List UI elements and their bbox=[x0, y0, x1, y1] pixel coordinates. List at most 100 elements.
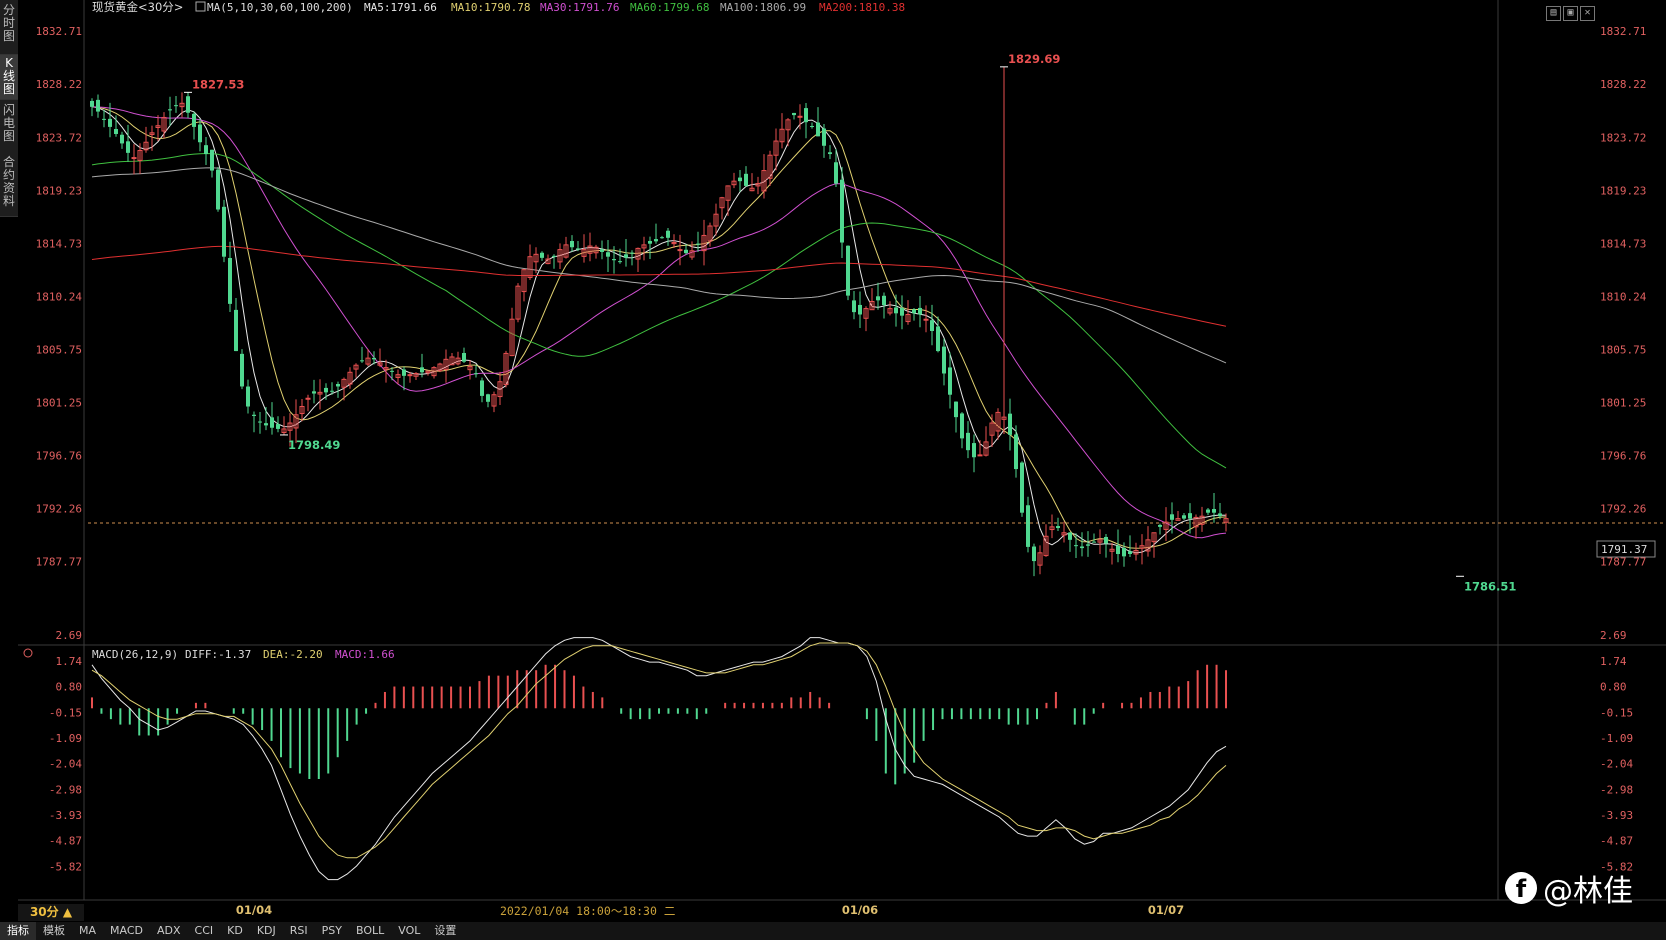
ma-settings-icon[interactable] bbox=[195, 1, 206, 12]
indicator-macd[interactable]: MACD bbox=[103, 922, 150, 940]
high-price-label: 1827.53 bbox=[192, 77, 244, 91]
price-tick-right: 1828.22 bbox=[1600, 78, 1646, 91]
indicator-psy[interactable]: PSY bbox=[315, 922, 349, 940]
candle-body bbox=[462, 353, 466, 362]
tab-indicators[interactable]: 指标 bbox=[0, 922, 36, 940]
price-tick-left: 1801.25 bbox=[36, 396, 82, 409]
indicator-rsi[interactable]: RSI bbox=[283, 922, 315, 940]
macd-settings-icon[interactable] bbox=[23, 648, 33, 658]
price-tick-right: 1814.73 bbox=[1600, 237, 1646, 250]
candle-body bbox=[948, 367, 952, 395]
price-axis: 1832.71 1832.71 1828.22 1828.22 1823.72 1823.… bbox=[36, 25, 1666, 568]
crosshair-time-label: 2022/01/04 18:00～18:30 二 bbox=[500, 904, 675, 918]
tab-time-chart[interactable]: 分时图 bbox=[0, 0, 18, 55]
macd-tick-left: 1.74 bbox=[56, 655, 83, 668]
candle-body bbox=[1212, 509, 1216, 513]
ma-line-ma5 bbox=[91, 106, 1227, 554]
restore-icon[interactable]: ▣ bbox=[1563, 6, 1578, 21]
high-price-label: 1829.69 bbox=[1008, 52, 1060, 66]
candle-body bbox=[792, 112, 796, 116]
candle-body bbox=[474, 373, 478, 375]
candle-body bbox=[270, 417, 274, 428]
ma100-value: MA100:1806.99 bbox=[720, 1, 806, 14]
tab-kline-chart[interactable]: K线图 bbox=[0, 55, 18, 100]
candle-body bbox=[1074, 545, 1078, 547]
candle-body bbox=[1020, 462, 1024, 513]
candle-body bbox=[846, 245, 850, 296]
ma200-value: MA200:1810.38 bbox=[819, 1, 905, 14]
candle-body bbox=[276, 424, 280, 429]
candle-body bbox=[126, 141, 130, 153]
candle-body bbox=[540, 252, 544, 258]
candle-body bbox=[1014, 434, 1018, 470]
candle-body bbox=[936, 326, 940, 352]
indicator-ma[interactable]: MA bbox=[72, 922, 103, 940]
ma10-value: MA10:1790.78 bbox=[451, 1, 530, 14]
candle-body bbox=[900, 308, 904, 316]
macd-definition: MACD(26,12,9) bbox=[92, 648, 178, 661]
candle-body bbox=[840, 179, 844, 243]
candle-body bbox=[797, 115, 803, 118]
price-tick-left: 1828.22 bbox=[36, 78, 82, 91]
macd-tick-right: -4.87 bbox=[1600, 835, 1633, 848]
candle-body bbox=[407, 374, 413, 377]
candle-body bbox=[972, 443, 976, 458]
candle-body bbox=[654, 239, 658, 242]
candle-body bbox=[923, 318, 929, 321]
price-tick-right: 1805.75 bbox=[1600, 343, 1646, 356]
period-selector-button[interactable]: 30分 ▲ bbox=[18, 904, 84, 921]
tab-flash-chart[interactable]: 闪电图 bbox=[0, 100, 18, 153]
indicator-kdj[interactable]: KDJ bbox=[250, 922, 283, 940]
price-tick-left: 1832.71 bbox=[36, 25, 82, 38]
chart-frame bbox=[18, 0, 1666, 901]
ma-line-ma60 bbox=[91, 152, 1227, 469]
current-price-label: 1791.37 bbox=[1601, 543, 1647, 556]
indicator-cci[interactable]: CCI bbox=[188, 922, 221, 940]
candle-body bbox=[630, 252, 634, 254]
candle-body bbox=[210, 149, 214, 171]
date-label: 01/07 bbox=[1148, 903, 1184, 917]
macd-tick-left: -2.04 bbox=[49, 758, 82, 771]
candle-body bbox=[216, 169, 220, 210]
candle-body bbox=[192, 113, 196, 127]
candle-body bbox=[198, 124, 202, 143]
price-tick-right: 1796.76 bbox=[1600, 449, 1646, 462]
candle-body bbox=[1116, 545, 1120, 554]
price-tick-right: 1810.24 bbox=[1600, 290, 1647, 303]
candle-body bbox=[1104, 536, 1108, 544]
indicator-boll[interactable]: BOLL bbox=[349, 922, 391, 940]
watermark-text: @林佳 bbox=[1543, 874, 1633, 909]
candle-body bbox=[372, 357, 376, 360]
candle-body bbox=[108, 118, 112, 127]
candle-body bbox=[954, 401, 958, 418]
macd-tick-right: -2.04 bbox=[1600, 758, 1633, 771]
candle-body bbox=[252, 414, 256, 416]
candle-body bbox=[606, 252, 610, 257]
candle-body bbox=[894, 307, 898, 314]
tab-contract-info[interactable]: 合约资料 bbox=[0, 152, 18, 217]
candle-body bbox=[804, 108, 808, 123]
macd-tick-right: 1.74 bbox=[1600, 655, 1627, 668]
candle-body bbox=[96, 99, 100, 112]
candles bbox=[90, 66, 1229, 577]
macd-dea-line bbox=[91, 642, 1227, 859]
candle-body bbox=[612, 259, 616, 261]
indicator-vol[interactable]: VOL bbox=[391, 922, 427, 940]
candlestick-chart[interactable]: 1832.71 1832.71 1828.22 1828.22 1823.72 1823.… bbox=[0, 0, 1666, 940]
settings-button[interactable]: 设置 bbox=[427, 922, 463, 940]
candle-body bbox=[744, 173, 748, 186]
price-tick-left: 1787.77 bbox=[36, 555, 82, 568]
indicator-kd[interactable]: KD bbox=[220, 922, 250, 940]
close-icon[interactable]: ✕ bbox=[1580, 6, 1595, 21]
candle-body bbox=[1206, 509, 1210, 513]
price-tick-right: 1801.25 bbox=[1600, 396, 1646, 409]
candle-body bbox=[1056, 526, 1060, 529]
indicator-adx[interactable]: ADX bbox=[150, 922, 188, 940]
tab-templates[interactable]: 模板 bbox=[36, 922, 72, 940]
layout-icon[interactable]: ▤ bbox=[1546, 6, 1561, 21]
low-price-label: 1786.51 bbox=[1464, 579, 1516, 593]
candle-body bbox=[174, 105, 178, 107]
candle-body bbox=[258, 421, 262, 423]
ma30-value: MA30:1791.76 bbox=[540, 1, 619, 14]
candle-body bbox=[930, 320, 934, 332]
